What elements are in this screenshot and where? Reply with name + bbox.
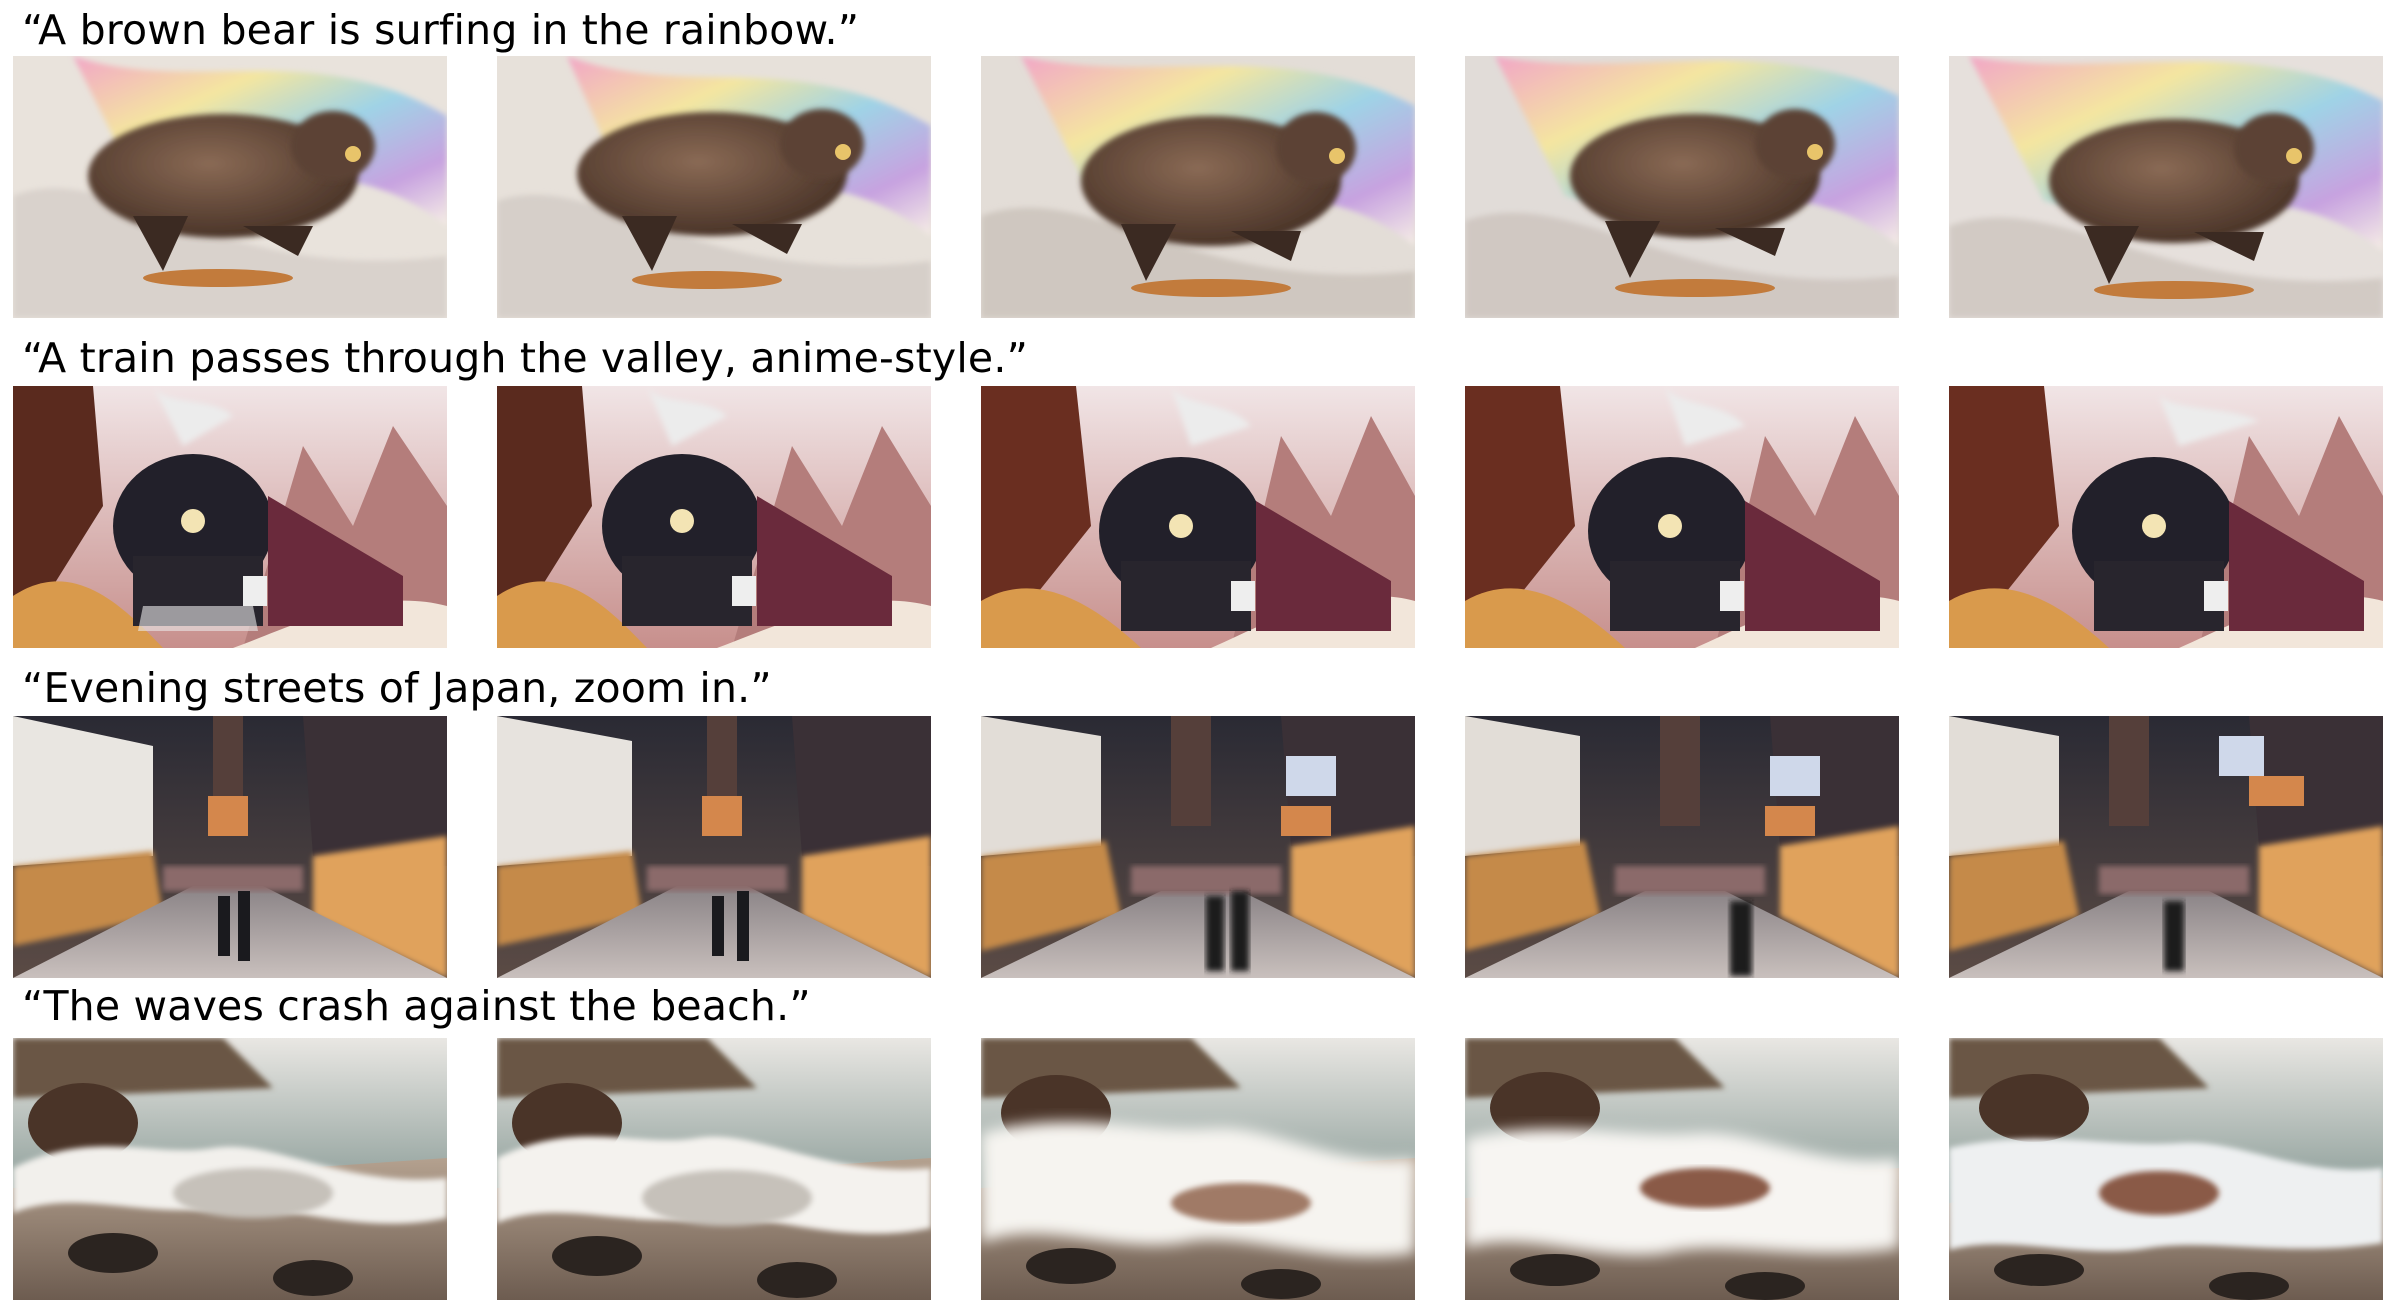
frame-bear-3 [981,56,1415,318]
frame-train-3 [981,386,1415,648]
frame-street-3 [981,716,1415,978]
frame-bear-1 [13,56,447,318]
frame-waves-1 [13,1038,447,1300]
caption-waves: “The waves crash against the beach.” [22,982,811,1030]
frame-bear-5 [1949,56,2383,318]
frame-street-1 [13,716,447,978]
frame-train-4 [1465,386,1899,648]
frame-street-5 [1949,716,2383,978]
frame-street-4 [1465,716,1899,978]
frame-train-5 [1949,386,2383,648]
frame-waves-2 [497,1038,931,1300]
caption-street: “Evening streets of Japan, zoom in.” [22,664,772,712]
caption-train: “A train passes through the valley, anim… [22,334,1029,382]
caption-bear: “A brown bear is surfing in the rainbow.… [22,6,860,54]
frame-bear-4 [1465,56,1899,318]
frame-waves-3 [981,1038,1415,1300]
frame-waves-4 [1465,1038,1899,1300]
frame-train-1 [13,386,447,648]
frame-street-2 [497,716,931,978]
frame-train-2 [497,386,931,648]
frame-waves-5 [1949,1038,2383,1300]
frame-bear-2 [497,56,931,318]
